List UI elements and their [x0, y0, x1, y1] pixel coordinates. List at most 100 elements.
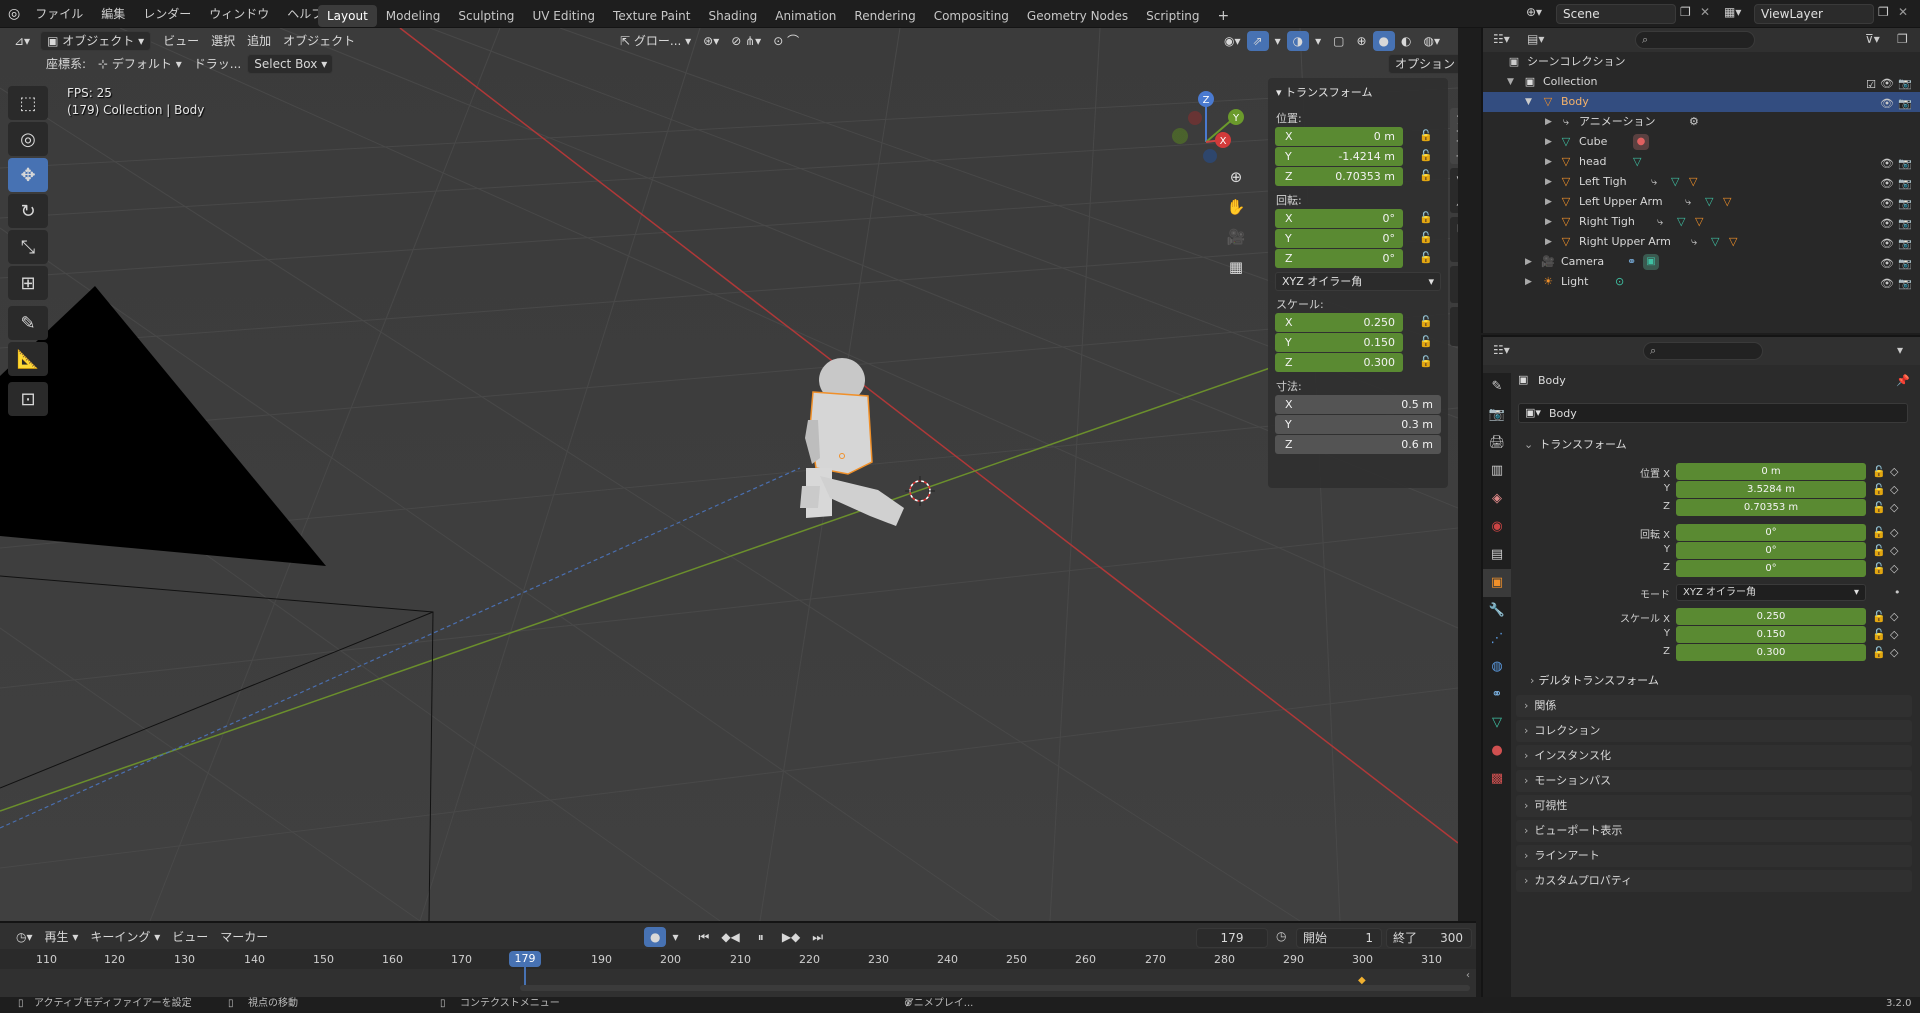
- keyframe-icon[interactable]: ◇: [1890, 544, 1898, 557]
- outliner-row-light[interactable]: ▶ ☀ Light ⊙ 👁 📷: [1483, 272, 1920, 292]
- start-frame-field[interactable]: 開始 1: [1296, 928, 1382, 948]
- tab-compositing[interactable]: Compositing: [925, 5, 1018, 27]
- lock-icon[interactable]: 🔓: [1872, 646, 1886, 659]
- timeline-scrollbar[interactable]: [520, 985, 1470, 991]
- eye-icon[interactable]: 👁: [1880, 254, 1894, 274]
- pan-hand-icon[interactable]: ✋: [1222, 198, 1250, 228]
- transform-section-header[interactable]: ⌄ トランスフォーム: [1516, 434, 1912, 456]
- data-tab-icon[interactable]: ▽: [1483, 709, 1511, 737]
- outliner-row-right-upper-arm[interactable]: ▶ ▽ Right Upper Arm ⤷ ▽ ▽ 👁 📷: [1483, 232, 1920, 252]
- lock-icon[interactable]: 🔓: [1872, 483, 1886, 496]
- eye-icon[interactable]: 👁: [1880, 74, 1894, 94]
- output-tab-icon[interactable]: 🖨: [1483, 429, 1511, 457]
- jump-keyframe-forward-icon[interactable]: ▶◆: [776, 927, 806, 947]
- rotation-mode-select[interactable]: XYZ オイラー角 ▾: [1275, 272, 1441, 291]
- line-art-section[interactable]: › ラインアート: [1516, 845, 1912, 867]
- scene-tab-icon[interactable]: ◈: [1483, 485, 1511, 513]
- render-tab-icon[interactable]: 📷: [1483, 401, 1511, 429]
- prop-location-y-field[interactable]: 3.5284 m: [1676, 481, 1866, 498]
- add-cube-tool-icon[interactable]: ⊡: [8, 382, 48, 416]
- tab-tool[interactable]: ツール: [1450, 168, 1458, 213]
- render-camera-icon[interactable]: 📷: [1898, 254, 1912, 274]
- delete-scene-icon[interactable]: ✕: [1700, 5, 1710, 19]
- outliner-row-head[interactable]: ▶ ▽ head ▽ 👁 📷: [1483, 152, 1920, 172]
- tab-animation[interactable]: Animation: [766, 5, 845, 27]
- menu-select[interactable]: 選択: [205, 31, 241, 51]
- outliner-row-right-tigh[interactable]: ▶ ▽ Right Tigh ⤷ ▽ ▽ 👁 📷: [1483, 212, 1920, 232]
- menu-view[interactable]: ビュー: [157, 31, 205, 51]
- eye-icon[interactable]: 👁: [1880, 274, 1894, 294]
- prop-scale-x-field[interactable]: 0.250: [1676, 608, 1866, 625]
- menu-edit[interactable]: 編集: [92, 0, 134, 28]
- chevron-right-icon[interactable]: ▶: [1545, 152, 1552, 172]
- timeline-editor-icon[interactable]: ◷▾: [10, 927, 39, 947]
- new-view-layer-icon[interactable]: ❐: [1878, 5, 1889, 19]
- eye-icon[interactable]: 👁: [1880, 174, 1894, 194]
- visibility-section[interactable]: › 可視性: [1516, 795, 1912, 817]
- tab-view[interactable]: ビュー: [1450, 217, 1458, 262]
- rotation-x-field[interactable]: X 0°: [1275, 209, 1403, 228]
- dimensions-y-field[interactable]: Y 0.3 m: [1275, 415, 1441, 434]
- tab-vrm[interactable]: VRM: [1450, 266, 1458, 303]
- render-camera-icon[interactable]: 📷: [1898, 274, 1912, 294]
- editor-type-icon[interactable]: ⊿▾: [8, 31, 36, 51]
- transform-tool-icon[interactable]: ⊞: [8, 266, 48, 300]
- eye-icon[interactable]: 👁: [1880, 94, 1894, 114]
- dimensions-x-field[interactable]: X 0.5 m: [1275, 395, 1441, 414]
- collection-tab-icon[interactable]: ▤: [1483, 541, 1511, 569]
- blender-logo-icon[interactable]: ◎: [8, 6, 20, 22]
- render-camera-icon[interactable]: 📷: [1898, 94, 1912, 114]
- chevron-right-icon[interactable]: ▶: [1545, 132, 1552, 152]
- chevron-right-icon[interactable]: ▶: [1545, 212, 1552, 232]
- lock-icon[interactable]: 🔓: [1872, 501, 1886, 514]
- prop-rotation-z-field[interactable]: 0°: [1676, 560, 1866, 577]
- outliner-row-body[interactable]: ▼ ▽ Body 👁 📷: [1483, 92, 1920, 112]
- rotate-tool-icon[interactable]: ↻: [8, 194, 48, 228]
- scene-type-icon[interactable]: ⊕▾: [1526, 5, 1542, 19]
- scale-tool-icon[interactable]: ⤡: [8, 230, 48, 264]
- tab-item[interactable]: アイテム: [1450, 108, 1458, 164]
- eye-icon[interactable]: 👁: [1880, 214, 1894, 234]
- lock-icon[interactable]: 🔓: [1419, 315, 1433, 329]
- render-camera-icon[interactable]: 📷: [1898, 74, 1912, 94]
- menu-file[interactable]: ファイル: [26, 0, 92, 28]
- prop-location-x-field[interactable]: 0 m: [1676, 463, 1866, 480]
- current-frame-field[interactable]: 179: [1196, 928, 1268, 948]
- keying-menu-icon[interactable]: ▾: [666, 927, 684, 947]
- wireframe-shading-icon[interactable]: ⊕: [1350, 31, 1372, 51]
- relations-section[interactable]: › 関係: [1516, 695, 1912, 717]
- chevron-right-icon[interactable]: ▶: [1525, 252, 1532, 272]
- lock-icon[interactable]: 🔓: [1419, 231, 1433, 245]
- properties-search-input[interactable]: ⌕: [1643, 342, 1763, 360]
- keyframe-icon[interactable]: ◇: [1890, 526, 1898, 539]
- chevron-down-icon[interactable]: ▼: [1507, 72, 1514, 92]
- chevron-down-icon[interactable]: ▾: [1897, 343, 1903, 357]
- scene-collection-row[interactable]: ▣ シーンコレクション: [1483, 52, 1920, 72]
- 3d-viewport[interactable]: Z Y X ⊿▾ ▣ オブジェクト ▾ ビュー 選択 追加 オブジェクト ⇱ グ…: [0, 28, 1458, 921]
- chevron-right-icon[interactable]: ▶: [1525, 272, 1532, 292]
- tab-scripting[interactable]: Scripting: [1137, 5, 1208, 27]
- location-z-field[interactable]: Z 0.70353 m: [1275, 167, 1403, 186]
- material-shading-icon[interactable]: ◐: [1395, 31, 1417, 51]
- auto-keying-icon[interactable]: ●: [644, 927, 667, 947]
- prop-scale-y-field[interactable]: 0.150: [1676, 626, 1866, 643]
- particles-tab-icon[interactable]: ⋰: [1483, 625, 1511, 653]
- location-x-field[interactable]: X 0 m: [1275, 127, 1403, 146]
- lock-icon[interactable]: 🔓: [1419, 169, 1433, 183]
- outliner-row-left-upper-arm[interactable]: ▶ ▽ Left Upper Arm ⤷ ▽ ▽ 👁 📷: [1483, 192, 1920, 212]
- menu-render[interactable]: レンダー: [134, 0, 200, 28]
- select-box-tool-icon[interactable]: ⬚: [8, 86, 48, 120]
- keyframe-icon[interactable]: ◇: [1890, 501, 1898, 514]
- lock-icon[interactable]: 🔓: [1872, 526, 1886, 539]
- coord-system-selector[interactable]: ⊹ デフォルト ▾: [92, 54, 188, 74]
- move-tool-icon[interactable]: ✥: [8, 158, 48, 192]
- world-tab-icon[interactable]: ◉: [1483, 513, 1511, 541]
- view-layer-tab-icon[interactable]: ▥: [1483, 457, 1511, 485]
- outliner-row-camera[interactable]: ▶ 🎥 Camera ⚭ ▣ 👁 📷: [1483, 252, 1920, 272]
- lock-icon[interactable]: 🔓: [1419, 251, 1433, 265]
- tool-tab-icon[interactable]: ✎: [1483, 373, 1511, 401]
- xray-icon[interactable]: ▢: [1327, 31, 1350, 51]
- outliner-row-animation[interactable]: ▶ ⤷ アニメーション ⚙: [1483, 112, 1920, 132]
- chevron-down-icon[interactable]: ▼: [1525, 92, 1532, 112]
- eye-icon[interactable]: 👁: [1880, 234, 1894, 254]
